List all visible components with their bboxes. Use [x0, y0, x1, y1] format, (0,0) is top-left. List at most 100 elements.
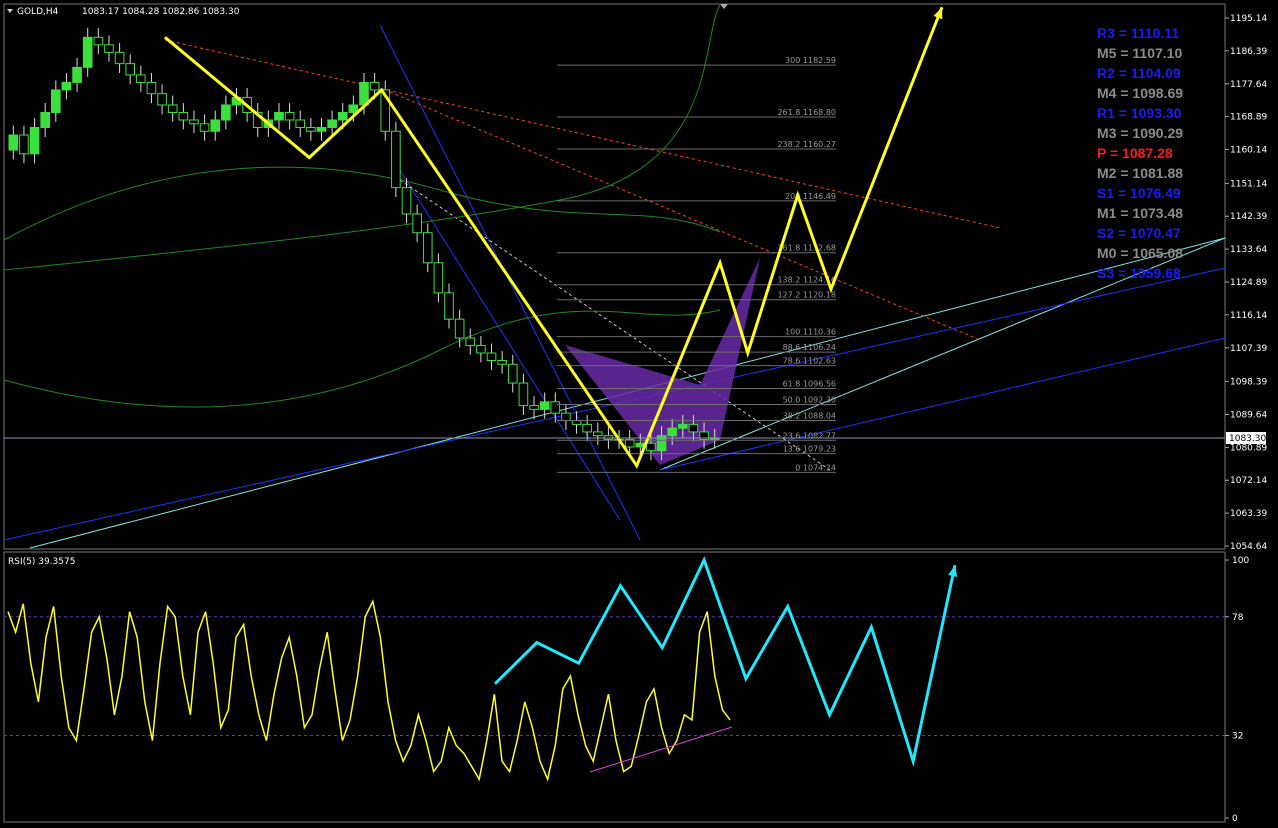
candle-body — [306, 127, 316, 132]
pivot-level: M3 = 1090.29 — [1097, 125, 1183, 141]
fib-level-label: 13.6 1079.23 — [783, 445, 836, 454]
candle-body — [61, 81, 72, 91]
candle-body — [29, 127, 40, 155]
candle-body — [401, 187, 412, 215]
fib-level-label: 23.6 1082.77 — [783, 431, 836, 440]
candle-body — [136, 74, 146, 83]
candle-body — [465, 337, 476, 346]
price-tick-label: 1124.89 — [1230, 278, 1267, 288]
candle-body — [667, 427, 677, 437]
price-tick-label: 1142.39 — [1230, 212, 1267, 222]
price-tick-label: 1168.89 — [1230, 113, 1267, 123]
fib-level-label: 300 1182.59 — [785, 56, 836, 65]
fib-level-label: 50.0 1092.30 — [783, 395, 836, 404]
candle-body — [8, 134, 19, 151]
current-price-label: 1083.30 — [1229, 434, 1266, 444]
pivot-level: S2 = 1070.47 — [1097, 225, 1181, 241]
fib-level-label: 0 1074.24 — [795, 463, 836, 472]
candle-body — [571, 420, 582, 425]
price-tick-label: 1063.39 — [1230, 509, 1267, 519]
fib-level-label: 78.6 1102.63 — [783, 357, 836, 366]
candle-body — [476, 344, 486, 354]
ohlc-readout: 1083.17 1084.28 1082.86 1083.30 — [82, 7, 240, 17]
pivot-level: S3 = 1059.68 — [1097, 265, 1181, 281]
price-tick-label: 1089.64 — [1230, 410, 1267, 420]
candle-body — [82, 36, 93, 68]
pivot-level: R2 = 1104.09 — [1097, 65, 1181, 81]
candle-body — [51, 89, 61, 113]
candle-body — [412, 213, 422, 234]
price-tick-label: 1133.64 — [1230, 245, 1267, 255]
fib-level-label: 200 1146.49 — [785, 192, 836, 201]
candle-body — [337, 111, 348, 121]
candle-body — [646, 442, 656, 452]
candle-body — [592, 431, 603, 437]
pivot-level: M2 = 1081.88 — [1097, 165, 1183, 181]
rsi-tick-label: 0 — [1232, 814, 1238, 824]
candle-body — [40, 111, 51, 129]
candle-body — [688, 423, 699, 433]
price-tick-label: 1080.89 — [1230, 443, 1267, 453]
price-tick-label: 1177.64 — [1230, 80, 1267, 90]
candle-body — [444, 292, 454, 320]
price-tick-label: 1195.14 — [1230, 14, 1267, 24]
candle-body — [433, 262, 444, 294]
rsi-tick-label: 78 — [1232, 613, 1244, 623]
pivot-level: P = 1087.28 — [1097, 145, 1173, 161]
candle-body — [93, 36, 104, 46]
price-tick-label: 1054.64 — [1230, 542, 1267, 552]
pivot-level: M4 = 1098.69 — [1097, 85, 1183, 101]
pivot-level: S1 = 1076.49 — [1097, 185, 1181, 201]
candle-body — [550, 401, 561, 414]
fib-level-label: 261.8 1168.80 — [777, 108, 836, 117]
candle-body — [72, 66, 82, 83]
candle-body — [486, 352, 497, 362]
price-tick-label: 1107.39 — [1230, 344, 1267, 354]
candle-body — [157, 93, 167, 106]
fib-level-label: 238.2 1160.27 — [777, 140, 836, 149]
candle-body — [199, 123, 210, 132]
candle-body — [146, 81, 157, 95]
candle-body — [561, 412, 571, 422]
fib-level-label: 127.2 1120.18 — [777, 291, 836, 300]
candle-body — [529, 405, 539, 410]
rsi-tick-label: 100 — [1232, 556, 1249, 566]
pivot-level: R3 = 1110.11 — [1097, 25, 1179, 41]
candle-body — [167, 104, 178, 113]
candle-body — [327, 119, 337, 129]
symbol-label: GOLD,H4 — [17, 7, 59, 17]
fib-level-label: 88.6 1106.24 — [783, 343, 836, 352]
candle-body — [497, 360, 507, 365]
candle-body — [316, 127, 327, 132]
pivot-level: M1 = 1073.48 — [1097, 205, 1183, 221]
candle-body — [391, 130, 401, 189]
candle-body — [539, 401, 550, 410]
candle-body — [114, 51, 125, 65]
candle-body — [507, 363, 518, 384]
price-tick-label: 1151.14 — [1230, 179, 1267, 189]
candle-body — [422, 232, 433, 264]
price-tick-label: 1186.39 — [1230, 47, 1267, 57]
candle-body — [369, 81, 380, 91]
rsi-tick-label: 32 — [1232, 731, 1243, 741]
pivot-level: M5 = 1107.10 — [1097, 45, 1182, 61]
candle-body — [518, 382, 529, 407]
price-tick-label: 1116.14 — [1230, 311, 1267, 321]
rsi-title: RSI(5) 39.3575 — [8, 557, 75, 567]
pivot-level: R1 = 1093.30 — [1097, 105, 1182, 121]
fib-level-label: 61.8 1096.56 — [783, 379, 836, 388]
price-tick-label: 1072.14 — [1230, 476, 1267, 486]
candle-body — [284, 111, 295, 121]
candle-body — [189, 119, 199, 125]
candle-body — [274, 111, 284, 121]
candle-body — [454, 318, 465, 339]
candle-body — [178, 111, 189, 121]
trading-chart-window: GOLD,H4 1083.17 1084.28 1082.86 1083.30 … — [0, 0, 1278, 828]
fib-level-label: 161.8 1132.68 — [777, 244, 836, 253]
candle-body — [125, 63, 136, 76]
candle-body — [582, 423, 592, 433]
candle-body — [210, 119, 221, 132]
candle-body — [295, 119, 306, 129]
candle-body — [348, 104, 359, 113]
candle-body — [19, 134, 29, 155]
